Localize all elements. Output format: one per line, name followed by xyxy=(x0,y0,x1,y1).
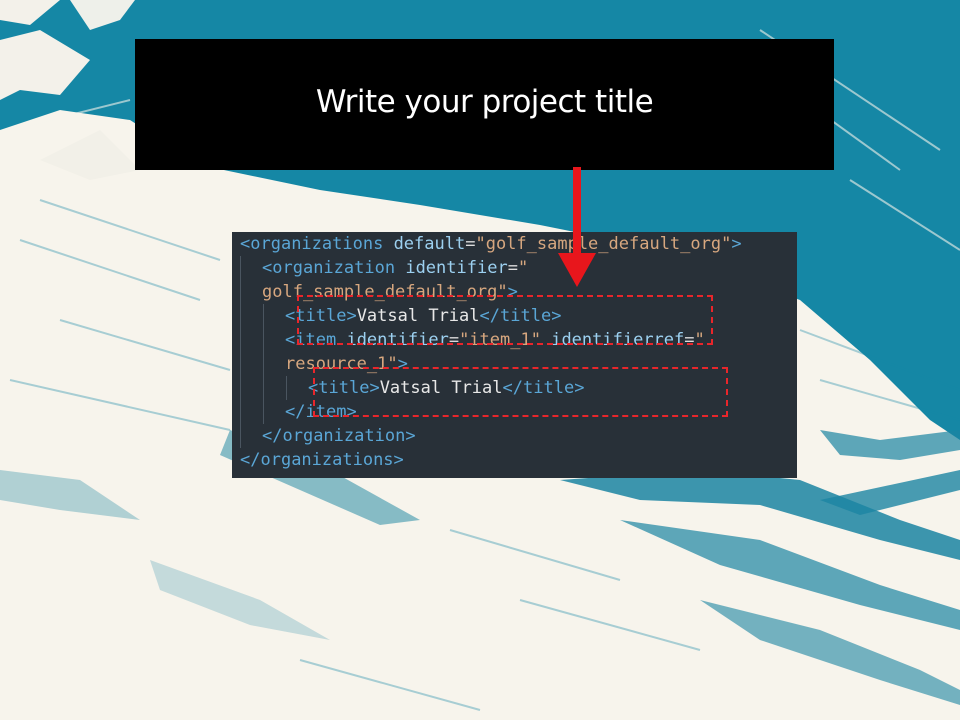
red-arrow-icon xyxy=(558,167,596,287)
code-line-1: <organizations default="golf_sample_defa… xyxy=(240,234,742,254)
code-line-2: <organization identifier=" xyxy=(262,258,529,278)
indent-guide-2 xyxy=(263,304,264,424)
code-screenshot: <organizations default="golf_sample_defa… xyxy=(232,232,797,478)
highlight-box-item-title xyxy=(313,367,728,417)
code-line-10: </organizations> xyxy=(240,450,404,470)
indent-guide-3 xyxy=(286,376,287,400)
code-line-9: </organization> xyxy=(262,426,416,446)
title-box: Write your project title xyxy=(135,39,834,170)
slide-title: Write your project title xyxy=(315,83,654,120)
slide: Write your project title <organizations … xyxy=(0,0,960,720)
indent-guide-1 xyxy=(240,256,241,448)
highlight-box-course-title xyxy=(297,295,713,345)
